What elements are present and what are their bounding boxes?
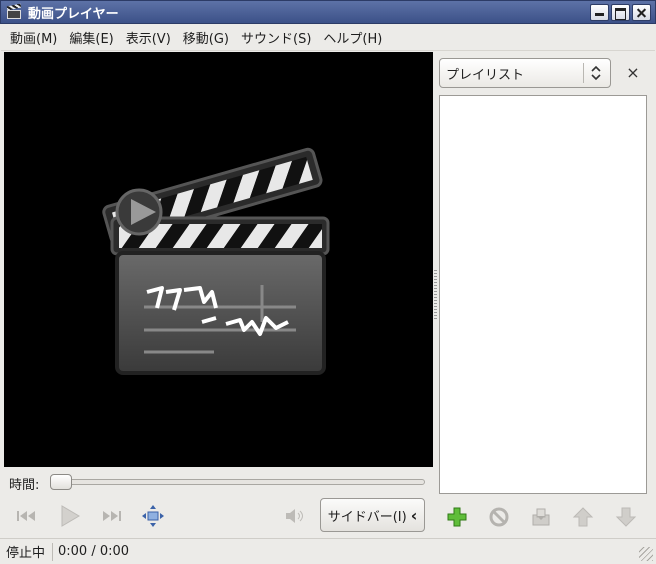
move-down-icon[interactable] — [614, 505, 638, 529]
minimize-button[interactable] — [590, 4, 609, 21]
menu-sound[interactable]: サウンド(S) — [236, 28, 316, 47]
move-up-icon[interactable] — [571, 505, 595, 529]
skip-previous-icon[interactable] — [14, 504, 40, 528]
play-icon[interactable] — [56, 504, 82, 528]
playback-state: 停止中 — [6, 546, 46, 561]
seek-handle[interactable] — [50, 474, 72, 490]
maximize-button[interactable] — [611, 4, 630, 21]
app-icon[interactable] — [6, 3, 22, 20]
title-bar: 動画プレイヤー — [0, 0, 656, 24]
remove-icon[interactable] — [487, 505, 511, 529]
time-label: 時間: — [9, 478, 40, 493]
sidebar-button-label: サイドバー(I) — [327, 509, 407, 525]
save-icon[interactable] — [529, 505, 553, 529]
menu-bar: 動画(M) 編集(E) 表示(V) 移動(G) サウンド(S) ヘルプ(H) — [1, 25, 655, 51]
close-sidebar-button[interactable]: × — [623, 63, 643, 83]
window-title: 動画プレイヤー — [28, 6, 119, 22]
chevron-left-icon: ‹ — [410, 505, 418, 525]
window-resize-grip[interactable] — [639, 547, 653, 561]
playlist[interactable] — [439, 95, 647, 494]
seek-slider[interactable] — [50, 479, 425, 485]
updown-arrows-icon — [591, 65, 601, 81]
pane-resize-handle[interactable] — [434, 270, 437, 320]
menu-edit[interactable]: 編集(E) — [64, 28, 118, 47]
menu-movie[interactable]: 動画(M) — [5, 28, 62, 47]
sidebar-toggle-button[interactable]: サイドバー(I) ‹ — [320, 498, 425, 532]
add-icon[interactable] — [445, 505, 469, 529]
menu-help[interactable]: ヘルプ(H) — [318, 28, 387, 47]
clapperboard-logo — [102, 147, 330, 375]
status-bar: 停止中 0:00 / 0:00 — [0, 538, 656, 564]
selector-value: プレイリスト — [446, 67, 525, 83]
video-area[interactable] — [4, 52, 433, 467]
sidebar-page-selector[interactable]: プレイリスト — [439, 58, 611, 88]
skip-next-icon[interactable] — [98, 504, 124, 528]
volume-icon[interactable] — [282, 504, 308, 528]
window-controls — [590, 4, 651, 21]
menu-go[interactable]: 移動(G) — [178, 28, 234, 47]
menu-view[interactable]: 表示(V) — [121, 28, 176, 47]
time-display: 0:00 / 0:00 — [58, 544, 130, 559]
fullscreen-icon[interactable] — [140, 504, 166, 528]
close-window-button[interactable] — [632, 4, 651, 21]
